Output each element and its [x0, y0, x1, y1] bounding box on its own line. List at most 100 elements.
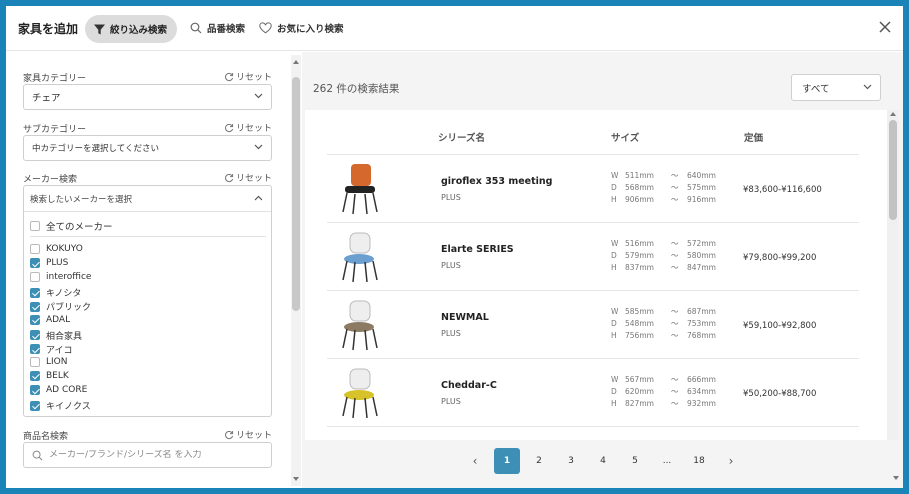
checkbox[interactable] [30, 356, 40, 367]
dimension-key: W [611, 374, 619, 384]
page-button[interactable]: 2 [526, 448, 552, 474]
page-button[interactable]: 1 [494, 448, 520, 474]
maker-option-label: LION [46, 356, 68, 367]
checkbox[interactable] [30, 258, 40, 269]
maker-option-label: BELK [46, 370, 69, 381]
maker-option[interactable]: interoffice [30, 272, 91, 283]
dimension-min: 579mm [625, 250, 654, 260]
tab-filter-label: 絞り込み検索 [110, 25, 168, 36]
maker-all-option[interactable]: 全てのメーカー [30, 219, 113, 233]
product-brand: PLUS [441, 397, 461, 406]
page-button[interactable]: 5 [622, 448, 648, 474]
category-select[interactable]: チェア [23, 84, 272, 110]
maker-option[interactable]: アイコ [30, 343, 73, 356]
dimension-separator: 〜 [671, 306, 679, 316]
product-name[interactable]: NEWMAL [441, 312, 489, 323]
scroll-up-arrow[interactable] [890, 112, 896, 116]
dimension-key: D [611, 386, 617, 396]
checkbox[interactable] [30, 272, 40, 283]
prev-page-button[interactable]: ‹ [462, 448, 488, 474]
checkbox[interactable] [30, 400, 40, 411]
maker-option[interactable]: キノシタ [30, 286, 81, 299]
product-search-reset-button[interactable]: リセット [224, 428, 272, 441]
product-row[interactable]: Elarte SERIES PLUS W 516mm 〜 572mm D 579mm 〜 580m… [327, 222, 859, 290]
product-name[interactable]: giroflex 353 meeting [441, 176, 552, 187]
checkbox[interactable] [30, 314, 40, 325]
product-price: ¥59,100-¥92,800 [743, 321, 817, 331]
dimension-line: D 548mm 〜 753mm [611, 317, 731, 329]
product-search-input[interactable] [49, 450, 259, 460]
search-icon [32, 450, 43, 460]
dimension-max: 847mm [687, 262, 716, 272]
product-image[interactable] [335, 160, 385, 218]
product-row[interactable]: NEWMAL PLUS W 585mm 〜 687mm D 548mm 〜 753mm H 756mm… [327, 290, 859, 358]
checkbox[interactable] [30, 370, 40, 381]
product-price: ¥79,800-¥99,200 [743, 253, 817, 263]
sidebar-scrollbar[interactable] [291, 55, 301, 486]
dimension-separator: 〜 [671, 398, 679, 408]
maker-option[interactable]: キイノクス [30, 399, 91, 412]
maker-option[interactable]: KOKUYO [30, 244, 83, 254]
checkbox[interactable] [30, 330, 40, 341]
next-page-button[interactable]: › [718, 448, 744, 474]
product-search-field[interactable] [23, 442, 272, 468]
product-dimensions: W 516mm 〜 572mm D 579mm 〜 580mm H 837mm 〜 847mm [611, 237, 731, 273]
product-image[interactable] [335, 364, 385, 422]
page-button[interactable]: 3 [558, 448, 584, 474]
scroll-down-arrow[interactable] [293, 477, 299, 481]
pagination: ‹ 1 2 3 4 5... 18 › [462, 448, 750, 474]
checkbox[interactable] [30, 344, 40, 355]
product-name[interactable]: Cheddar-C [441, 380, 497, 391]
list-scrollbar[interactable] [887, 110, 899, 440]
page-button[interactable]: 4 [590, 448, 616, 474]
maker-option[interactable]: BELK [30, 370, 69, 381]
tab-part-number-search[interactable]: 品番検索 [190, 21, 245, 35]
sort-select[interactable]: すべて [791, 74, 881, 101]
scrollbar-thumb[interactable] [889, 120, 897, 220]
close-icon[interactable] [877, 19, 893, 35]
page-button[interactable]: 18 [686, 448, 712, 474]
product-image[interactable] [335, 228, 385, 286]
dimension-separator: 〜 [671, 374, 679, 384]
scrollbar-thumb[interactable] [292, 77, 300, 311]
subcategory-value: 中カテゴリーを選択してください [32, 144, 159, 154]
refresh-icon [225, 72, 234, 81]
checkbox[interactable] [30, 287, 40, 298]
category-reset-button[interactable]: リセット [224, 70, 272, 83]
product-row[interactable]: Cheddar-C PLUS W 567mm 〜 666mm D 620mm 〜 634mm H 82… [327, 358, 859, 426]
checkbox[interactable] [30, 301, 40, 312]
maker-option[interactable]: パブリック [30, 300, 91, 313]
reset-label: リセット [235, 174, 272, 184]
product-search-label: 商品名検索 [23, 432, 69, 442]
maker-option[interactable]: PLUS [30, 258, 68, 269]
checkbox[interactable] [30, 221, 40, 231]
checkbox[interactable] [30, 385, 40, 395]
filter-icon [94, 24, 105, 34]
maker-select[interactable]: 検索したいメーカーを選択 [24, 186, 271, 212]
refresh-icon [225, 123, 234, 132]
maker-option[interactable]: LION [30, 356, 68, 367]
maker-option[interactable]: 相合家具 [30, 329, 82, 342]
product-row[interactable]: giroflex 353 meeting PLUS W 511mm 〜 640mm D 568… [327, 154, 859, 222]
subcategory-reset-button[interactable]: リセット [224, 121, 272, 134]
subcategory-select[interactable]: 中カテゴリーを選択してください [23, 135, 272, 161]
dimension-key: W [611, 238, 619, 248]
maker-all-label: 全てのメーカー [46, 222, 113, 233]
tab-filter-search[interactable]: 絞り込み検索 [85, 15, 177, 43]
divider [30, 236, 266, 237]
product-dimensions: W 585mm 〜 687mm D 548mm 〜 753mm H 756mm 〜 768mm [611, 305, 731, 341]
scroll-up-arrow[interactable] [293, 60, 299, 64]
category-value: チェア [32, 93, 61, 104]
product-row[interactable] [327, 426, 859, 440]
sort-value: すべて [802, 83, 830, 95]
maker-option-label: ADAL [46, 314, 71, 325]
scroll-down-arrow[interactable] [893, 476, 899, 480]
product-image[interactable] [335, 296, 385, 354]
maker-option[interactable]: ADAL [30, 314, 71, 325]
product-name[interactable]: Elarte SERIES [441, 244, 514, 255]
maker-option[interactable]: AD CORE [30, 385, 87, 395]
checkbox[interactable] [30, 244, 40, 254]
dimension-min: 516mm [625, 238, 654, 248]
tab-favorites-search[interactable]: お気に入り検索 [259, 21, 344, 35]
maker-reset-button[interactable]: リセット [224, 171, 272, 184]
